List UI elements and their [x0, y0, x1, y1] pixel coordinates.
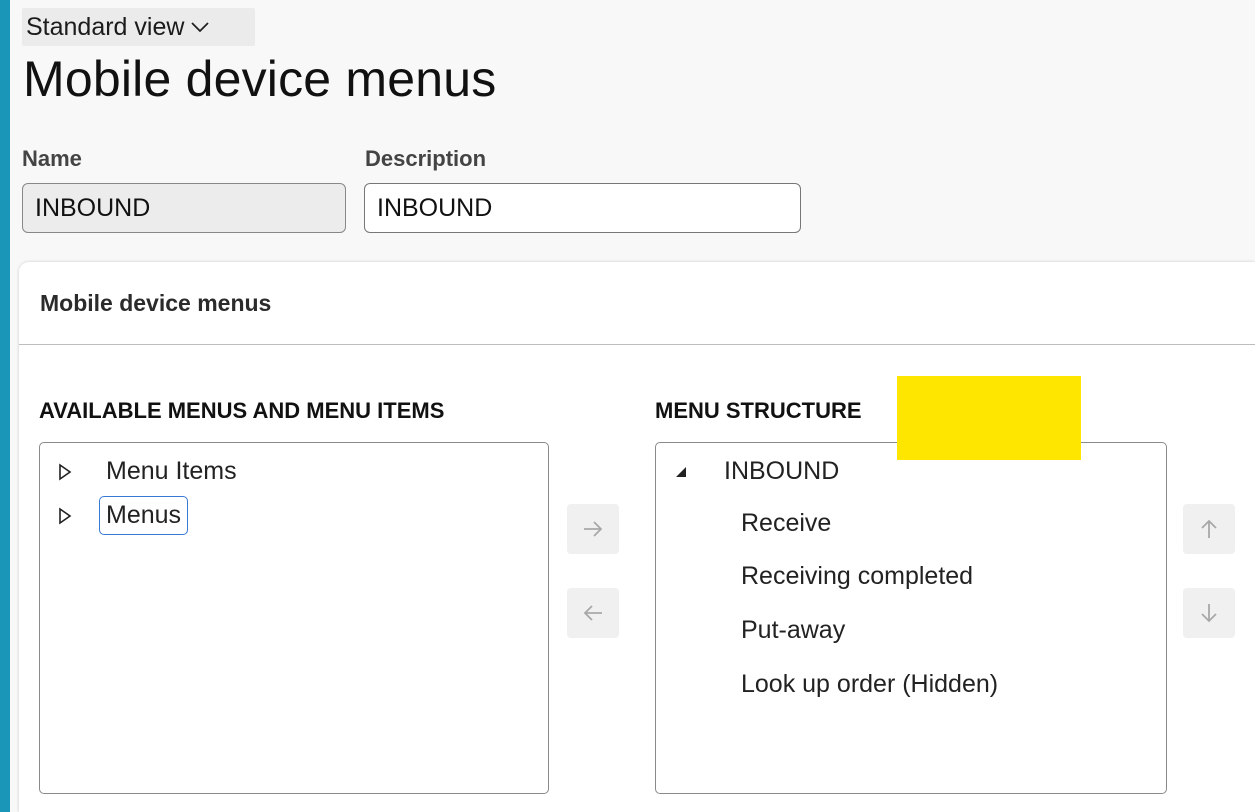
card-header: Mobile device menus: [19, 262, 1255, 345]
tree-item-label: Menu Items: [106, 457, 237, 485]
arrow-up-icon: [1201, 519, 1217, 538]
tree-item-inbound[interactable]: INBOUND: [674, 457, 839, 486]
description-label: Description: [365, 146, 487, 171]
move-up-button[interactable]: [1183, 504, 1235, 554]
highlight-annotation: [897, 376, 1081, 460]
arrow-right-icon: [584, 521, 603, 537]
available-menus-heading: AVAILABLE MENUS AND MENU ITEMS: [39, 398, 445, 423]
menu-structure-list[interactable]: INBOUND Receive Receiving completed Put-…: [655, 442, 1167, 794]
name-field: INBOUND: [22, 183, 346, 233]
arrow-left-icon: [583, 605, 602, 621]
tree-item-label: INBOUND: [724, 457, 840, 485]
tree-item-put-away[interactable]: Put-away: [741, 616, 845, 645]
tree-item-receiving-completed[interactable]: Receiving completed: [741, 562, 973, 591]
caret-right-outline-icon: [59, 462, 72, 481]
mobile-device-menus-card: Mobile device menus AVAILABLE MENUS AND …: [19, 262, 1255, 812]
available-menus-list[interactable]: Menu Items Menus: [39, 442, 549, 794]
add-to-structure-button[interactable]: [567, 504, 619, 554]
page-title: Mobile device menus: [23, 51, 497, 107]
name-label: Name: [22, 146, 82, 171]
caret-down-solid-icon: [676, 466, 686, 477]
view-selector-label: Standard view: [26, 12, 185, 41]
menu-structure-heading: MENU STRUCTURE: [655, 398, 862, 423]
tree-item-menu-items[interactable]: Menu Items: [58, 457, 237, 486]
view-selector[interactable]: Standard view: [22, 8, 255, 46]
remove-from-structure-button[interactable]: [567, 588, 619, 638]
tree-item-receive[interactable]: Receive: [741, 509, 831, 538]
caret-right-outline-icon: [59, 506, 72, 525]
tree-item-label: Menus: [99, 496, 189, 535]
chevron-down-icon: [191, 22, 210, 33]
move-down-button[interactable]: [1183, 588, 1235, 638]
description-field[interactable]: INBOUND: [364, 183, 801, 233]
arrow-down-icon: [1201, 604, 1217, 623]
tree-item-look-up-order[interactable]: Look up order (Hidden): [741, 670, 998, 699]
tree-item-menus[interactable]: Menus: [58, 496, 189, 535]
